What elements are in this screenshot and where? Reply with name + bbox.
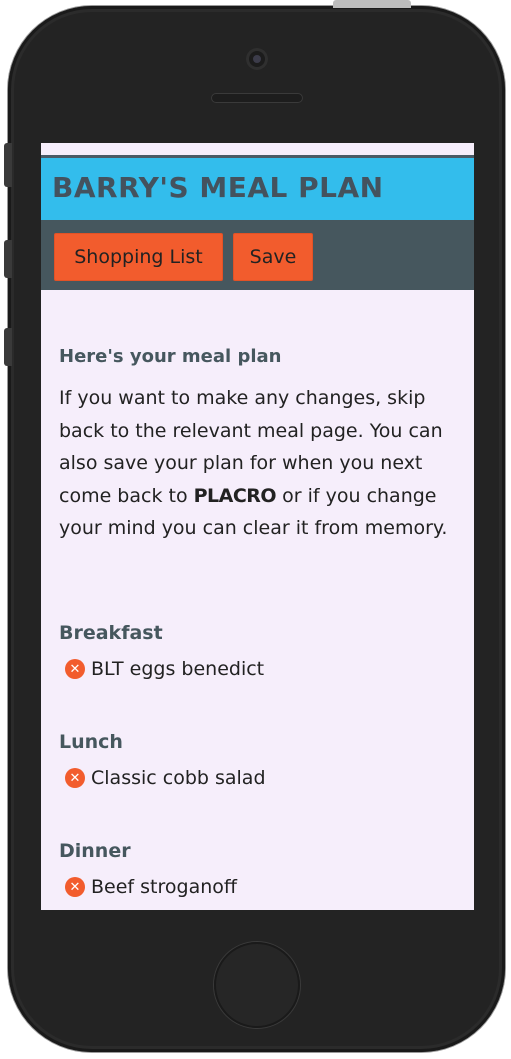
- meal-section-dinner: Dinner ✕ Beef stroganoff: [59, 840, 237, 898]
- app-header: BARRY'S MEAL PLAN: [41, 155, 474, 220]
- meal-section-breakfast: Breakfast ✕ BLT eggs benedict: [59, 622, 264, 680]
- toolbar: Shopping List Save: [41, 220, 474, 290]
- intro-text: If you want to make any changes, skip ba…: [59, 382, 459, 545]
- brand-name: PLACRO: [193, 484, 277, 507]
- mute-switch: [4, 143, 12, 187]
- app-screen: BARRY'S MEAL PLAN Shopping List Save Her…: [41, 143, 474, 910]
- home-button[interactable]: [214, 942, 300, 1028]
- remove-icon[interactable]: ✕: [65, 659, 85, 679]
- meal-section-lunch: Lunch ✕ Classic cobb salad: [59, 731, 266, 789]
- intro-title: Here's your meal plan: [59, 346, 282, 367]
- volume-down-button: [4, 328, 12, 366]
- meal-item-label: BLT eggs benedict: [91, 658, 265, 680]
- front-camera: [246, 48, 268, 70]
- meal-section-title: Breakfast: [59, 622, 163, 644]
- volume-up-button: [4, 240, 12, 278]
- remove-icon[interactable]: ✕: [65, 877, 85, 897]
- meal-item-label: Beef stroganoff: [91, 876, 237, 898]
- meal-item: ✕ Beef stroganoff: [65, 876, 237, 898]
- power-button: [333, 0, 411, 8]
- remove-icon[interactable]: ✕: [65, 768, 85, 788]
- meal-item: ✕ Classic cobb salad: [65, 767, 266, 789]
- earpiece-speaker: [211, 93, 303, 103]
- save-button[interactable]: Save: [233, 233, 313, 281]
- meal-section-title: Lunch: [59, 731, 123, 753]
- meal-item: ✕ BLT eggs benedict: [65, 658, 264, 680]
- intro-section: Here's your meal plan If you want to mak…: [59, 346, 459, 545]
- shopping-list-button[interactable]: Shopping List: [54, 233, 223, 281]
- page-title: BARRY'S MEAL PLAN: [52, 171, 384, 204]
- meal-section-title: Dinner: [59, 840, 131, 862]
- meal-item-label: Classic cobb salad: [91, 767, 266, 789]
